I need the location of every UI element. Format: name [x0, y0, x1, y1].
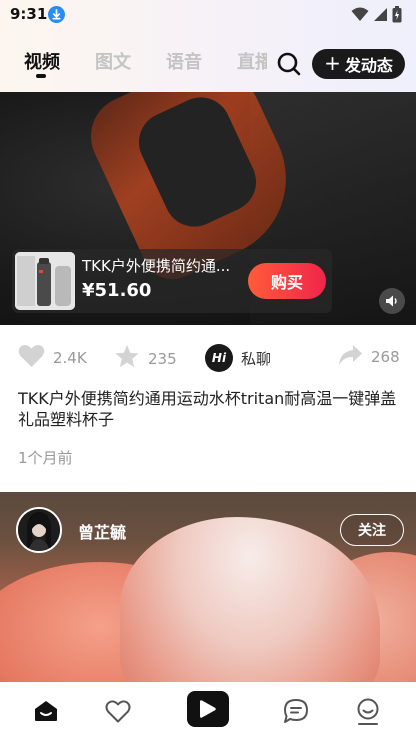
- status-bar: 9:31: [0, 0, 416, 30]
- favorite-button[interactable]: 235: [114, 344, 177, 373]
- product-card[interactable]: TKK户外便携简约通... ¥51.60 购买: [12, 249, 332, 313]
- heart-icon[interactable]: [98, 692, 138, 730]
- author-username[interactable]: 曾芷毓: [78, 519, 126, 543]
- share-count: 268: [371, 348, 400, 366]
- tab-active-indicator: [36, 74, 46, 78]
- hi-chat-icon: Hi: [205, 344, 233, 372]
- bottom-navigation: [0, 682, 416, 740]
- volume-icon[interactable]: [379, 288, 405, 314]
- search-icon[interactable]: [276, 51, 302, 77]
- tab-video[interactable]: 视频: [24, 48, 60, 74]
- like-button[interactable]: 2.4K: [18, 344, 87, 372]
- video-frame-object: [120, 517, 380, 682]
- product-price: ¥51.60: [82, 280, 152, 301]
- home-icon[interactable]: [26, 692, 66, 730]
- favorite-count: 235: [148, 349, 177, 368]
- post-button-label: 发动态: [344, 56, 393, 75]
- wifi-icon: [351, 7, 369, 26]
- private-chat-label: 私聊: [241, 349, 272, 368]
- message-icon[interactable]: [276, 692, 316, 730]
- battery-icon: [392, 6, 402, 27]
- profile-icon[interactable]: [348, 692, 388, 730]
- product-title: TKK户外便携简约通...: [82, 257, 231, 275]
- video-play-icon[interactable]: [187, 691, 229, 727]
- status-time: 9:31: [10, 5, 48, 23]
- tab-live[interactable]: 直播: [237, 48, 267, 74]
- product-thumbnail: [15, 252, 75, 310]
- tab-voice[interactable]: 语音: [166, 48, 202, 74]
- follow-button[interactable]: 关注: [340, 514, 404, 546]
- tab-image-text[interactable]: 图文: [95, 48, 131, 74]
- share-button[interactable]: 268: [338, 344, 400, 370]
- star-icon: [114, 344, 140, 373]
- post-description[interactable]: TKK户外便携简约通用运动水杯tritan耐高温一键弹盖礼品塑料杯子: [18, 388, 404, 430]
- avatar[interactable]: [16, 507, 62, 553]
- private-chat-button[interactable]: Hi 私聊: [205, 344, 271, 372]
- post-timestamp: 1个月前: [18, 449, 73, 467]
- signal-icon: [373, 7, 388, 26]
- share-icon: [338, 344, 363, 370]
- top-navigation: 视频 图文 语音 直播 + 发动态: [0, 42, 416, 82]
- post-button[interactable]: + 发动态: [312, 49, 405, 79]
- heart-icon: [18, 344, 45, 372]
- like-count: 2.4K: [53, 349, 87, 367]
- buy-button[interactable]: 购买: [248, 263, 326, 299]
- post-actions: 2.4K 235 Hi 私聊 268: [0, 337, 416, 377]
- plus-icon: +: [324, 51, 341, 75]
- download-icon: [48, 6, 65, 23]
